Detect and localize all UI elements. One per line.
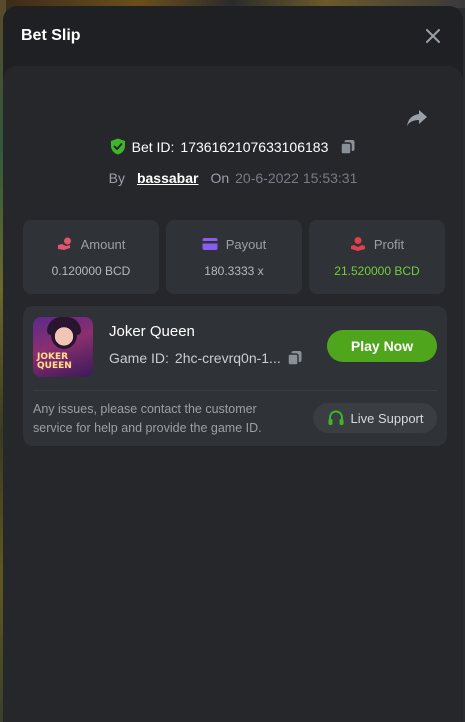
stat-profit-value: 21.520000 BCD: [334, 264, 420, 278]
bet-slip-content: Bet ID: 1736162107633106183 By bassabar …: [3, 66, 463, 722]
game-id-row: Game ID: 2hc-crevrq0n-1...: [109, 350, 303, 366]
game-id-value: 2hc-crevrq0n-1...: [174, 350, 281, 366]
live-support-label: Live Support: [350, 410, 424, 426]
help-text: Any issues, please contact the customer …: [33, 402, 262, 435]
copy-bet-id-icon[interactable]: [340, 139, 356, 155]
by-label: By: [108, 170, 125, 186]
bet-id-row: Bet ID: 1736162107633106183: [3, 138, 463, 155]
stat-payout: Payout 180.3333 x: [166, 220, 302, 294]
stat-amount-value: 0.120000 BCD: [51, 264, 131, 278]
on-label: On: [210, 170, 230, 186]
game-id-label: Game ID:: [109, 350, 169, 366]
bet-date: 20-6-2022 15:53:31: [235, 170, 358, 186]
modal-header: Bet Slip: [3, 6, 463, 66]
stat-payout-label: Payout: [225, 236, 267, 252]
bet-id-value: 1736162107633106183: [180, 138, 329, 155]
stat-profit: Profit 21.520000 BCD: [309, 220, 445, 294]
game-thumbnail[interactable]: JOKER QUEEN: [33, 317, 93, 377]
close-button[interactable]: [421, 24, 445, 48]
username-link[interactable]: bassabar: [137, 170, 198, 186]
live-support-button[interactable]: Live Support: [313, 403, 437, 433]
game-name: Joker Queen: [109, 323, 195, 340]
bet-stats: Amount 0.120000 BCD Payout 180.3333 x Pr…: [23, 220, 445, 294]
game-thumbnail-logo: JOKER QUEEN: [37, 352, 72, 371]
stat-payout-value: 180.3333 x: [204, 263, 264, 278]
wallet-card-icon: [202, 238, 218, 250]
bet-id-label: Bet ID:: [131, 138, 175, 155]
divider: [33, 390, 437, 391]
copy-game-id-icon[interactable]: [286, 350, 303, 366]
share-button[interactable]: [405, 106, 429, 130]
play-now-button[interactable]: Play Now: [327, 330, 437, 362]
hand-coin-icon: [57, 237, 71, 250]
modal-title: Bet Slip: [21, 27, 81, 44]
game-card: JOKER QUEEN Joker Queen Game ID: 2hc-cre…: [23, 306, 447, 446]
bet-meta-row: By bassabar On 20-6-2022 15:53:31: [3, 170, 463, 186]
stat-profit-label: Profit: [373, 236, 405, 252]
stat-amount: Amount 0.120000 BCD: [23, 220, 159, 294]
headset-icon: [328, 410, 343, 425]
verified-shield-icon: [110, 138, 125, 155]
stat-amount-label: Amount: [80, 236, 126, 252]
bet-slip-modal: Bet Slip Bet ID: 1736162107633106183 By …: [3, 6, 463, 722]
profit-hand-icon: [350, 237, 365, 251]
close-icon: [426, 29, 440, 43]
share-icon: [407, 110, 427, 126]
